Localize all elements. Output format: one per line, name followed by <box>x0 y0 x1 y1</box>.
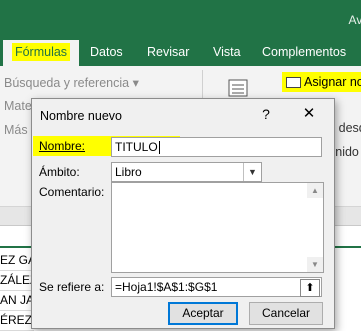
scroll-down-icon[interactable]: ▼ <box>307 257 323 272</box>
name-label: Nombre: <box>39 139 86 153</box>
new-name-dialog: Nombre nuevo ? ✕ Nombre: TITULO Ámbito: … <box>31 98 335 329</box>
use-in-formula-button[interactable]: r desd <box>331 121 361 135</box>
tab-datos[interactable]: Datos <box>82 40 131 66</box>
table-row[interactable]: ZÁLEZ <box>0 270 34 291</box>
table-row[interactable]: AN JA <box>0 290 34 311</box>
table-row[interactable]: EZ GA <box>0 250 34 271</box>
scope-select[interactable]: Libro ▼ <box>111 162 262 182</box>
scope-label: Ámbito: <box>39 165 80 179</box>
math-button[interactable]: Mate <box>4 99 32 113</box>
tab-formulas[interactable]: Fórmulas <box>3 40 79 66</box>
more-functions-button[interactable]: Más <box>4 123 28 137</box>
collapse-dialog-icon[interactable]: ⬆ <box>300 279 320 297</box>
title-bar: Avi <box>0 0 361 40</box>
assign-name-button[interactable]: Asignar no <box>282 72 361 92</box>
window-title: Avi <box>348 13 361 27</box>
chevron-down-icon: ▼ <box>243 163 261 181</box>
tag-icon <box>286 77 301 88</box>
tab-revisar[interactable]: Revisar <box>139 40 197 66</box>
comment-field[interactable]: ▲ ▼ <box>111 182 324 273</box>
help-button[interactable]: ? <box>257 105 275 123</box>
accept-button[interactable]: Aceptar <box>168 302 238 325</box>
cancel-button[interactable]: Cancelar <box>249 302 323 325</box>
comment-label: Comentario: <box>39 185 105 199</box>
refers-to-field[interactable]: =Hoja1!$A$1:$G$1 ⬆ <box>111 277 322 297</box>
refers-to-label: Se refiere a: <box>39 280 105 294</box>
scroll-up-icon[interactable]: ▲ <box>307 183 323 198</box>
close-button[interactable]: ✕ <box>297 104 321 124</box>
tab-complementos[interactable]: Complementos <box>254 40 354 66</box>
lookup-reference-button[interactable]: Búsqueda y referencia ▾ <box>4 75 139 90</box>
table-row[interactable]: ÉREZ <box>0 310 34 331</box>
name-field[interactable]: TITULO <box>111 137 322 157</box>
tab-vista[interactable]: Vista <box>205 40 249 66</box>
ribbon-tabs: Fórmulas Datos Revisar Vista Complemento… <box>0 40 361 66</box>
dialog-title: Nombre nuevo <box>40 109 122 123</box>
